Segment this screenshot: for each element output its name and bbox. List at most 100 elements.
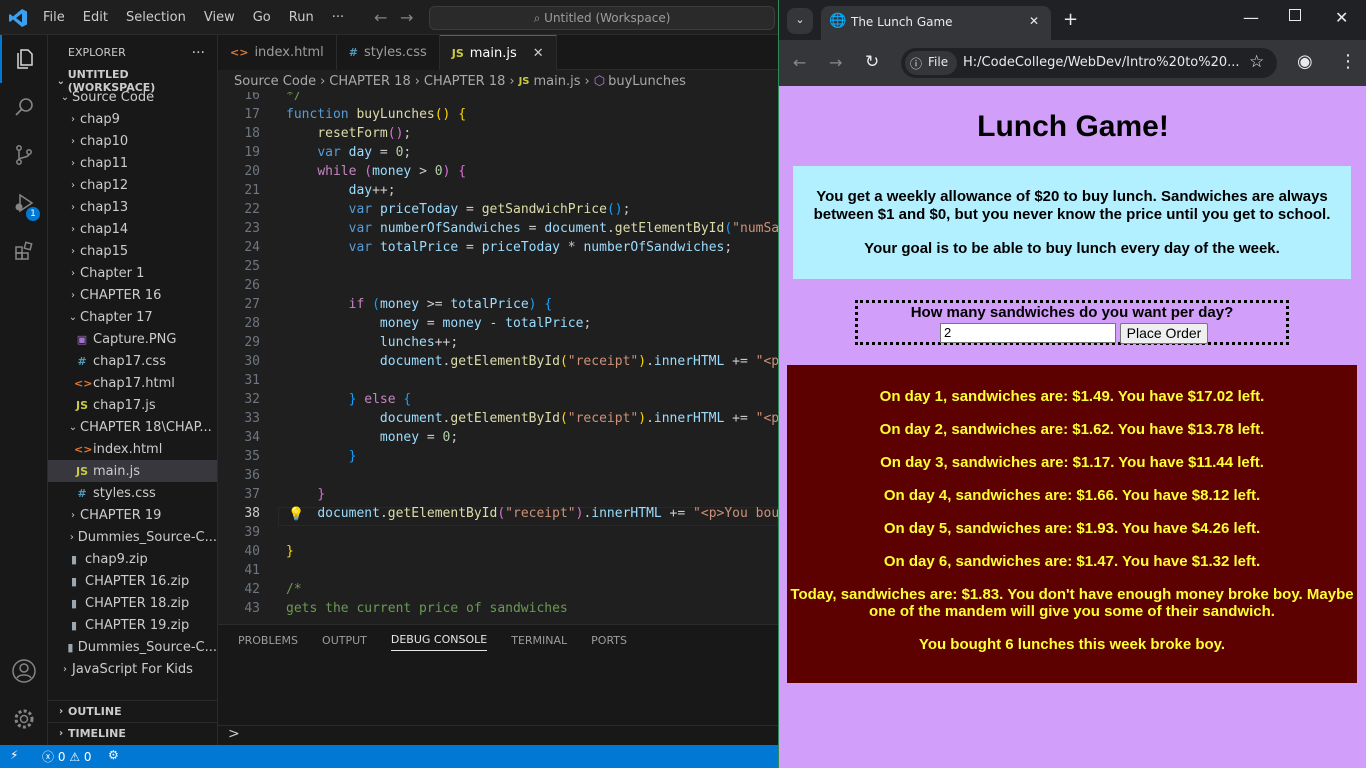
tree-folder[interactable]: ⌄ Chapter 17 (48, 306, 217, 328)
forward-arrow-icon[interactable]: → (400, 8, 413, 27)
breadcrumb-item[interactable]: buyLunches (608, 74, 686, 89)
outline-section[interactable]: › OUTLINE (48, 700, 217, 722)
code-line: while (money > 0) { (317, 164, 467, 179)
tree-folder[interactable]: › CHAPTER 16 (48, 284, 217, 306)
menu-go[interactable]: Go (244, 10, 280, 25)
maximize-icon[interactable] (1289, 9, 1301, 21)
tree-folder[interactable]: › CHAPTER 19 (48, 504, 217, 526)
sandwich-quantity-input[interactable]: 2 (940, 323, 1116, 343)
account-icon[interactable] (0, 647, 48, 695)
tree-file[interactable]: ▮ CHAPTER 19.zip (48, 614, 217, 636)
tree-file[interactable]: ▮ CHAPTER 16.zip (48, 570, 217, 592)
menu-selection[interactable]: Selection (117, 10, 195, 25)
tree-file[interactable]: <> chap17.html (48, 372, 217, 394)
breadcrumb-item[interactable]: CHAPTER 18 (424, 74, 505, 89)
tab-terminal[interactable]: TERMINAL (511, 630, 567, 651)
menu-more[interactable]: ··· (323, 10, 353, 25)
kebab-menu-icon[interactable]: ⋮ (1339, 51, 1357, 72)
tree-folder[interactable]: › chap11 (48, 152, 217, 174)
extensions-icon[interactable] (0, 227, 48, 275)
tree-file[interactable]: JS main.js (48, 460, 217, 482)
remote-icon[interactable]: ⚡ (10, 748, 18, 762)
menu-run[interactable]: Run (280, 10, 323, 25)
tree-folder[interactable]: › Dummies_Source-C... (48, 526, 217, 548)
tree-file[interactable]: JS chap17.js (48, 394, 217, 416)
forward-arrow-icon[interactable]: → (829, 53, 842, 72)
menu-file[interactable]: File (34, 10, 74, 25)
tree-file[interactable]: ▮ chap9.zip (48, 548, 217, 570)
tab-debug-console[interactable]: DEBUG CONSOLE (390, 629, 488, 651)
source-control-icon[interactable] (0, 131, 48, 179)
receipt-line: On day 4, sandwiches are: $1.66. You hav… (883, 487, 1261, 504)
tab-styles-css[interactable]: # styles.css (336, 35, 440, 70)
debug-console-input[interactable]: > (218, 725, 778, 746)
breadcrumb-item[interactable]: CHAPTER 18 (329, 74, 410, 89)
tree-folder[interactable]: › chap10 (48, 130, 217, 152)
bookmark-star-icon[interactable]: ☆ (1249, 52, 1264, 72)
tab-problems[interactable]: PROBLEMS (238, 630, 298, 651)
tree-folder[interactable]: ⌄ Source Code (48, 86, 217, 108)
tree-file[interactable]: ▮ Dummies_Source-C... (48, 636, 217, 658)
explorer-icon[interactable] (0, 35, 48, 83)
minimize-icon[interactable]: — (1243, 8, 1259, 27)
tree-file[interactable]: # styles.css (48, 482, 217, 504)
tree-folder[interactable]: ⌄ CHAPTER 18\CHAP... (48, 416, 217, 438)
tree-folder[interactable]: › JavaScript For Kids (48, 658, 217, 680)
back-arrow-icon[interactable]: ← (793, 53, 806, 72)
tree-item-label: Chapter 17 (80, 309, 153, 325)
errors-warnings-indicator[interactable]: ⓧ 0 ⚠ 0 (42, 748, 92, 765)
profile-icon[interactable]: ◉ (1297, 51, 1313, 72)
run-debug-icon[interactable]: 1 (0, 179, 48, 227)
address-bar[interactable]: ⓘ File H:/CodeCollege/WebDev/Intro%20to%… (901, 48, 1277, 78)
debug-launch-icon[interactable]: ⚙ (108, 748, 119, 762)
tab-index-html[interactable]: <> index.html (218, 35, 337, 70)
tree-file[interactable]: ▮ CHAPTER 18.zip (48, 592, 217, 614)
explorer-more-button[interactable]: ··· (192, 45, 205, 61)
code-editor[interactable]: 16 17 18 19 20 21 22 23 24 25 26 27 28 29 30 31 32 33 34 35… (218, 92, 778, 624)
menu-edit[interactable]: Edit (74, 10, 117, 25)
code-line: money = money - totalPrice; (379, 316, 592, 331)
reload-icon[interactable]: ↻ (865, 52, 879, 72)
search-view-icon[interactable] (0, 83, 48, 131)
browser-window: ⌄ 🌐 The Lunch Game ✕ + — ✕ ← → ↻ ⓘ File … (778, 0, 1366, 768)
tree-folder[interactable]: › chap12 (48, 174, 217, 196)
chevron-right-icon: › (71, 223, 75, 235)
menu-view[interactable]: View (195, 10, 244, 25)
tree-file[interactable]: ▣ Capture.PNG (48, 328, 217, 350)
tree-item-label: CHAPTER 18\CHAP... (80, 419, 212, 435)
tree-folder[interactable]: › Chapter 1 (48, 262, 217, 284)
close-window-icon[interactable]: ✕ (1335, 8, 1348, 27)
tree-folder[interactable]: › chap9 (48, 108, 217, 130)
tab-main-js[interactable]: JS main.js ✕ (439, 35, 557, 70)
code-line: function buyLunches() { (286, 107, 467, 122)
tree-item-label: chap11 (80, 155, 129, 171)
tree-folder[interactable]: › chap15 (48, 240, 217, 262)
breadcrumb-item[interactable]: main.js (534, 74, 581, 89)
line-number: 41 (244, 563, 260, 578)
css-file-icon: # (77, 486, 87, 500)
tree-file[interactable]: # chap17.css (48, 350, 217, 372)
activity-bar: 1 (0, 35, 48, 745)
command-center[interactable]: ⌕ Untitled (Workspace) (429, 6, 775, 30)
tab-output[interactable]: OUTPUT (322, 630, 367, 651)
timeline-section[interactable]: › TIMELINE (48, 722, 217, 744)
close-tab-icon[interactable]: ✕ (1029, 14, 1039, 28)
close-icon[interactable]: ✕ (533, 46, 544, 61)
tab-ports[interactable]: PORTS (591, 630, 627, 651)
tree-folder[interactable]: › chap14 (48, 218, 217, 240)
back-arrow-icon[interactable]: ← (374, 8, 387, 27)
chevron-right-icon: › (71, 113, 75, 125)
tree-file[interactable]: <> index.html (48, 438, 217, 460)
tab-search-icon[interactable]: ⌄ (787, 8, 813, 34)
explorer-header: EXPLORER ··· (48, 35, 217, 70)
new-tab-icon[interactable]: + (1063, 9, 1078, 30)
tree-folder[interactable]: › chap13 (48, 196, 217, 218)
browser-tab-lunch-game[interactable]: 🌐 The Lunch Game ✕ (821, 6, 1051, 40)
receipt-line: On day 1, sandwiches are: $1.49. You hav… (879, 388, 1265, 405)
line-number: 27 (244, 297, 260, 312)
place-order-button[interactable]: Place Order (1120, 323, 1208, 344)
breadcrumb-item[interactable]: Source Code (234, 74, 316, 89)
code-line: } (286, 544, 294, 559)
code-line: } else { (348, 392, 412, 407)
settings-gear-icon[interactable] (0, 695, 48, 743)
